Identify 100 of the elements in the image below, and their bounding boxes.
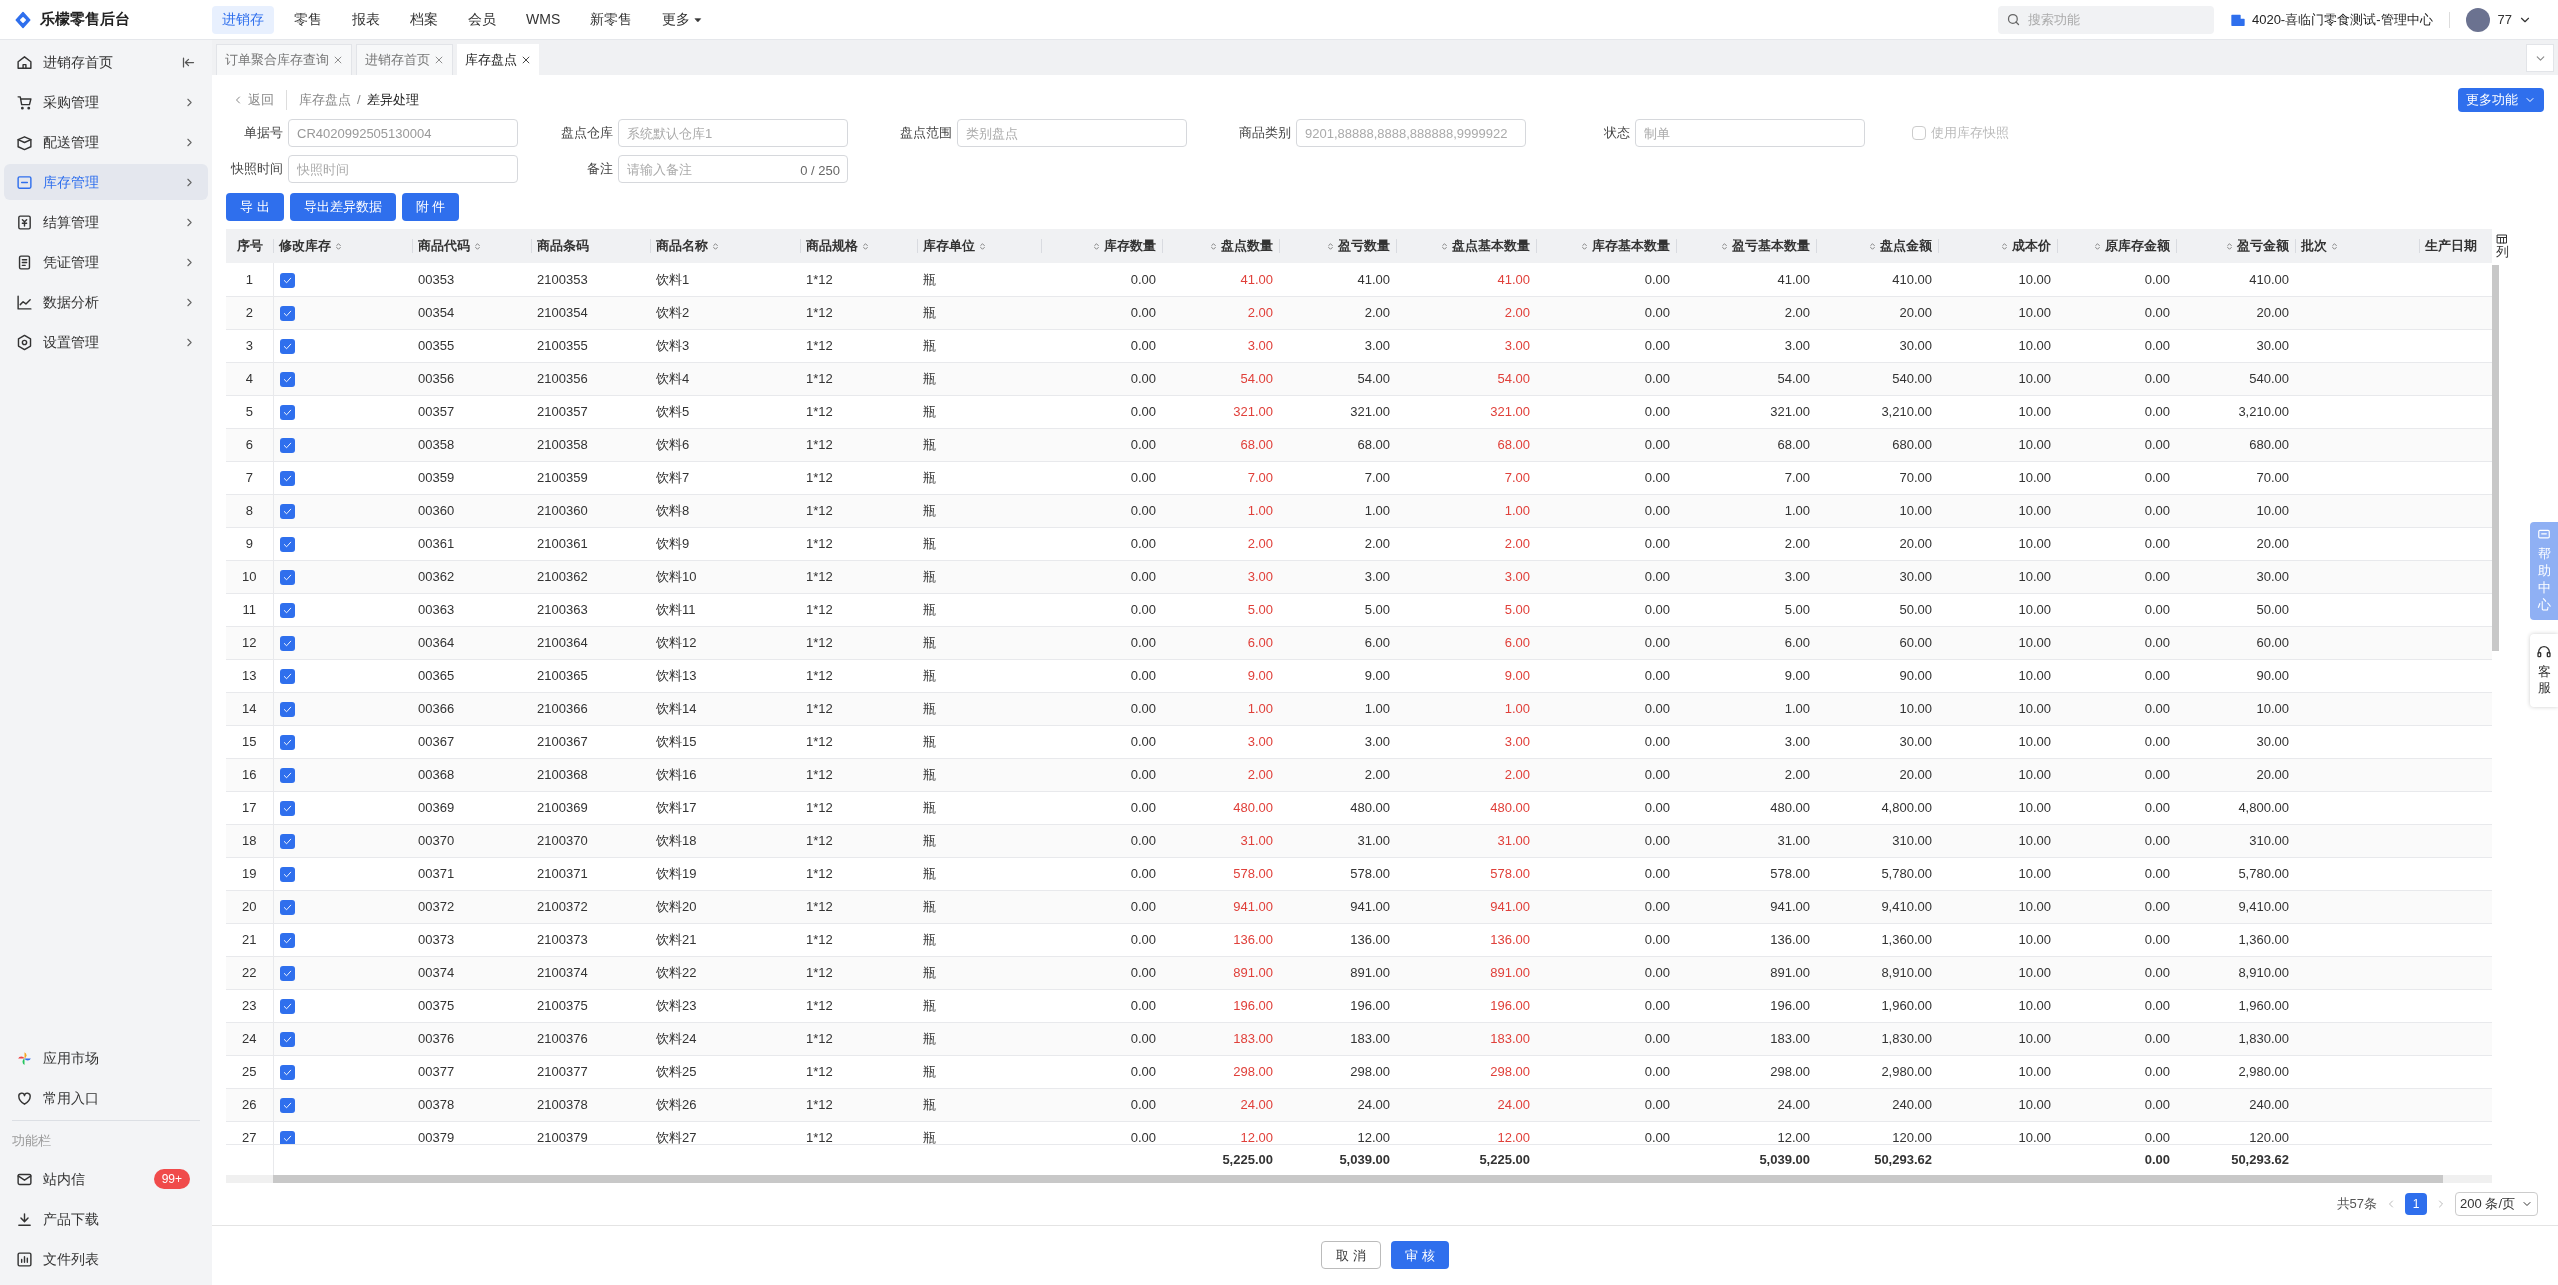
column-header[interactable]: 商品规格	[806, 236, 858, 256]
checkbox[interactable]	[279, 305, 295, 321]
checkbox[interactable]	[279, 338, 295, 354]
page-tab[interactable]: 订单聚合库存查询	[216, 44, 352, 75]
sidebar-item[interactable]: 采购管理	[4, 84, 208, 120]
sidebar-item[interactable]: 站内信 99+	[0, 1159, 212, 1199]
column-header[interactable]: 商品名称	[656, 236, 708, 256]
action-button[interactable]: 导出差异数据	[289, 193, 396, 221]
column-header[interactable]: 商品代码	[418, 236, 470, 256]
checkbox[interactable]	[279, 1031, 295, 1047]
nav-tab[interactable]: 零售	[284, 5, 332, 34]
horizontal-scrollbar[interactable]	[273, 1174, 2443, 1183]
sort-icon[interactable]	[1999, 240, 2010, 252]
checkbox[interactable]	[279, 437, 295, 453]
action-button[interactable]: 导 出	[226, 193, 284, 221]
sort-icon[interactable]	[1439, 240, 1450, 252]
page-tab[interactable]: 库存盘点	[457, 44, 539, 75]
checkbox[interactable]	[279, 602, 295, 618]
sort-icon[interactable]	[2224, 240, 2235, 252]
checkbox[interactable]	[279, 1130, 295, 1144]
nav-tab[interactable]: WMS	[516, 5, 571, 34]
sidebar-item[interactable]: 数据分析	[4, 284, 208, 320]
checkbox[interactable]	[279, 569, 295, 585]
sort-icon[interactable]	[1579, 240, 1590, 252]
sidebar-item[interactable]: 凭证管理	[4, 244, 208, 280]
page-size-select[interactable]: 200 条/页	[2455, 1191, 2538, 1216]
sort-icon[interactable]	[1719, 240, 1730, 252]
checkbox[interactable]	[279, 668, 295, 684]
checkbox[interactable]	[279, 932, 295, 948]
column-header[interactable]: 生产日期	[2425, 236, 2477, 256]
checkbox[interactable]	[279, 404, 295, 420]
footer-button[interactable]: 审 核	[1391, 1241, 1449, 1270]
nav-tab[interactable]: 更多	[652, 5, 713, 34]
sidebar-item[interactable]: 进销存首页	[4, 44, 208, 80]
input-field[interactable]: 快照时间	[288, 155, 518, 183]
sidebar-item[interactable]: 应用市场	[0, 1038, 212, 1078]
sidebar-item[interactable]: 文件列表	[0, 1239, 212, 1279]
column-header[interactable]: 盘点数量	[1221, 236, 1273, 256]
column-header[interactable]: 修改库存	[279, 236, 331, 256]
page-button[interactable]: 1	[2405, 1192, 2428, 1215]
sort-icon[interactable]	[1208, 240, 1219, 252]
nav-tab[interactable]: 新零售	[580, 5, 643, 34]
checkbox[interactable]	[279, 470, 295, 486]
avatar[interactable]	[2465, 7, 2490, 32]
column-header[interactable]: 批次	[2301, 236, 2327, 256]
column-header[interactable]: 盈亏基本数量	[1732, 236, 1810, 256]
sort-icon[interactable]	[333, 240, 344, 252]
sort-icon[interactable]	[710, 240, 721, 252]
sort-icon[interactable]	[860, 240, 871, 252]
footer-button[interactable]: 取 消	[1321, 1241, 1381, 1270]
sidebar-item[interactable]: 产品下载	[0, 1199, 212, 1239]
column-header[interactable]: 盈亏金额	[2237, 236, 2289, 256]
sidebar-item[interactable]: 结算管理	[4, 204, 208, 240]
search-field[interactable]: 搜索功能	[1997, 5, 2214, 34]
page-tab[interactable]: 进销存首页	[356, 44, 453, 75]
checkbox[interactable]	[279, 767, 295, 783]
sort-icon[interactable]	[1091, 240, 1102, 252]
sort-icon[interactable]	[977, 240, 988, 252]
back-link[interactable]: 返回	[226, 90, 287, 110]
sidebar-item[interactable]: 常用入口	[0, 1078, 212, 1118]
column-header[interactable]: 库存单位	[923, 236, 975, 256]
column-header[interactable]: 盈亏数量	[1338, 236, 1390, 256]
checkbox[interactable]	[279, 998, 295, 1014]
column-header[interactable]: 原库存金额	[2105, 236, 2170, 256]
column-header[interactable]: 盘点金额	[1880, 236, 1932, 256]
more-functions-button[interactable]: 更多功能	[2458, 88, 2544, 112]
input-field[interactable]: 9201,88888,8888,888888,9999922	[1296, 119, 1526, 147]
input-field[interactable]: 系统默认仓库1	[618, 119, 848, 147]
organization-name[interactable]: 4020-喜临门零食测试-管理中心	[2251, 9, 2433, 30]
checkbox[interactable]	[279, 965, 295, 981]
nav-tab[interactable]: 进销存	[212, 5, 274, 34]
column-header[interactable]: 序号	[236, 236, 263, 256]
column-header[interactable]: 库存数量	[1104, 236, 1156, 256]
checkbox[interactable]	[279, 272, 295, 288]
sidebar-item[interactable]: 库存管理	[4, 164, 208, 200]
checkbox[interactable]	[279, 800, 295, 816]
checkbox[interactable]	[279, 371, 295, 387]
checkbox[interactable]	[279, 635, 295, 651]
sort-icon[interactable]	[1325, 240, 1336, 252]
column-header[interactable]: 商品条码	[537, 236, 589, 256]
checkbox[interactable]	[279, 899, 295, 915]
sort-icon[interactable]	[2329, 240, 2340, 252]
input-field[interactable]: 类别盘点	[957, 119, 1187, 147]
checkbox[interactable]	[279, 1097, 295, 1113]
user-name[interactable]: 77	[2497, 9, 2512, 30]
checkbox[interactable]	[279, 734, 295, 750]
sort-icon[interactable]	[2092, 240, 2103, 252]
column-header[interactable]: 成本价	[2012, 236, 2051, 256]
checkbox[interactable]	[279, 701, 295, 717]
checkbox[interactable]	[279, 503, 295, 519]
close-icon[interactable]	[521, 54, 531, 65]
nav-tab[interactable]: 报表	[342, 5, 390, 34]
column-header[interactable]: 库存基本数量	[1592, 236, 1670, 256]
sort-icon[interactable]	[1867, 240, 1878, 252]
nav-tab[interactable]: 会员	[458, 5, 506, 34]
vertical-scrollbar[interactable]	[2492, 265, 2499, 651]
input-field[interactable]: 制单	[1635, 119, 1865, 147]
collapse-icon[interactable]	[181, 54, 196, 70]
action-button[interactable]: 附 件	[401, 193, 460, 221]
checkbox[interactable]	[279, 1064, 295, 1080]
